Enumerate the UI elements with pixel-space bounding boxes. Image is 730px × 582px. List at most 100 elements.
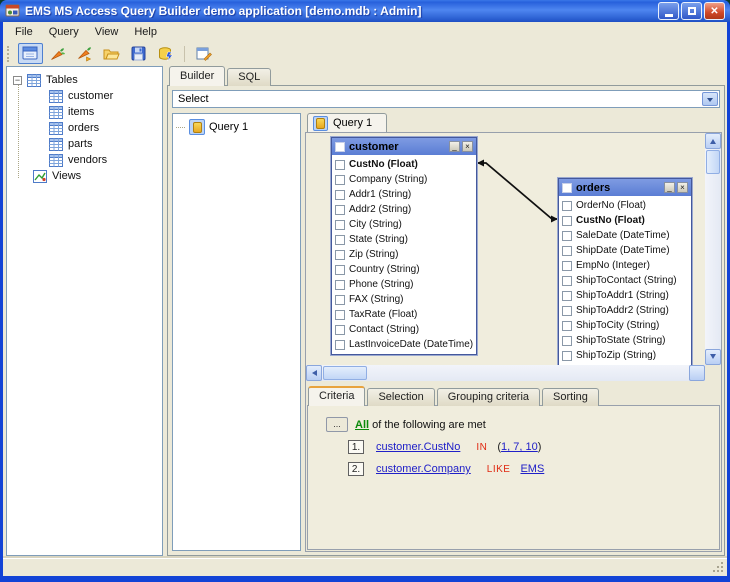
sidebar-item-views[interactable]: Views (13, 168, 162, 184)
chevron-down-icon[interactable] (702, 92, 718, 106)
sidebar-item-vendors[interactable]: vendors (13, 152, 162, 168)
scroll-left-icon[interactable] (306, 365, 322, 381)
field-checkbox[interactable] (335, 309, 345, 320)
disconnect-database-button[interactable] (72, 43, 97, 64)
field-checkbox[interactable] (335, 204, 345, 215)
field-checkbox[interactable] (335, 219, 345, 230)
field-row[interactable]: Addr2 (String) (332, 202, 476, 217)
field-checkbox[interactable] (562, 200, 572, 211)
connect-database-button[interactable] (45, 43, 70, 64)
tab-builder[interactable]: Builder (169, 66, 226, 86)
diagram-hscrollbar[interactable] (306, 365, 705, 415)
field-checkbox[interactable] (335, 189, 345, 200)
sidebar-item-orders[interactable]: orders (13, 120, 162, 136)
field-checkbox[interactable] (562, 320, 572, 331)
condition-value-link[interactable]: EMS (520, 463, 544, 475)
hscroll-thumb[interactable] (323, 366, 367, 380)
toolbar-grip[interactable] (7, 45, 12, 62)
query-type-select[interactable]: Select (172, 90, 720, 108)
scroll-down-icon[interactable] (705, 349, 721, 365)
edit-query-button[interactable] (192, 43, 217, 64)
customer-window-titlebar[interactable]: customer _ × (332, 138, 476, 155)
criteria-options-button[interactable]: ... (326, 417, 348, 432)
field-checkbox[interactable] (562, 305, 572, 316)
condition-field-link[interactable]: customer.Company (376, 463, 471, 475)
field-row[interactable]: CustNo (Float) (332, 157, 476, 172)
diagram-vscrollbar[interactable] (705, 133, 721, 365)
scroll-right-icon[interactable] (470, 365, 705, 415)
field-row[interactable]: ShipToZip (String) (559, 348, 691, 363)
field-checkbox[interactable] (562, 230, 572, 241)
tab-selection[interactable]: Selection (367, 388, 435, 406)
field-checkbox[interactable] (562, 290, 572, 301)
close-button[interactable]: ✕ (704, 2, 725, 20)
criteria-all-link[interactable]: All (355, 419, 369, 431)
menu-view[interactable]: View (87, 23, 127, 41)
field-row[interactable]: Company (String) (332, 172, 476, 187)
vscroll-thumb[interactable] (706, 150, 720, 174)
field-row[interactable]: Country (String) (332, 262, 476, 277)
field-checkbox[interactable] (335, 339, 345, 350)
select-all-checkbox[interactable] (335, 141, 345, 152)
field-checkbox[interactable] (562, 275, 572, 286)
tab-query1[interactable]: Query 1 (307, 113, 388, 132)
field-checkbox[interactable] (562, 215, 572, 226)
open-query-button[interactable] (99, 43, 124, 64)
query-tree-node[interactable]: Query 1 (176, 119, 300, 135)
scroll-up-icon[interactable] (705, 133, 721, 149)
field-row[interactable]: Contact (String) (332, 322, 476, 337)
field-row[interactable]: CustNo (Float) (559, 213, 691, 228)
field-checkbox[interactable] (335, 294, 345, 305)
select-all-checkbox[interactable] (562, 182, 572, 193)
field-row[interactable]: ShipToContact (String) (559, 273, 691, 288)
sidebar-item-parts[interactable]: parts (13, 136, 162, 152)
diagram-canvas[interactable]: customer _ × CustNo (Float) Company (Stri… (306, 133, 705, 365)
field-row[interactable]: ShipToState (String) (559, 333, 691, 348)
field-checkbox[interactable] (335, 279, 345, 290)
close-table-icon[interactable]: × (462, 141, 473, 152)
execute-query-button[interactable] (153, 43, 178, 64)
tab-grouping-criteria[interactable]: Grouping criteria (436, 388, 541, 406)
field-row[interactable]: Addr1 (String) (332, 187, 476, 202)
menu-help[interactable]: Help (126, 23, 165, 41)
tab-sql[interactable]: SQL (227, 68, 272, 86)
minimize-table-icon[interactable]: _ (449, 141, 460, 152)
close-table-icon[interactable]: × (677, 182, 688, 193)
condition-number-button[interactable]: 1. (348, 440, 364, 454)
field-checkbox[interactable] (562, 350, 572, 361)
resize-grip[interactable] (713, 562, 715, 564)
sidebar-item-items[interactable]: items (13, 104, 162, 120)
field-row[interactable]: ShipToAddr1 (String) (559, 288, 691, 303)
field-row[interactable]: TaxRate (Float) (332, 307, 476, 322)
field-row[interactable]: Phone (String) (332, 277, 476, 292)
minimize-table-icon[interactable]: _ (664, 182, 675, 193)
field-checkbox[interactable] (335, 174, 345, 185)
condition-number-button[interactable]: 2. (348, 462, 364, 476)
field-row[interactable]: LastInvoiceDate (DateTime) (332, 337, 476, 352)
tab-criteria[interactable]: Criteria (308, 386, 366, 406)
field-row[interactable]: City (String) (332, 217, 476, 232)
field-checkbox[interactable] (562, 335, 572, 346)
condition-value-link[interactable]: 1, 7, 10 (501, 441, 538, 453)
field-row[interactable]: OrderNo (Float) (559, 198, 691, 213)
sidebar-item-tables[interactable]: − Tables (13, 72, 162, 88)
condition-field-link[interactable]: customer.CustNo (376, 441, 460, 453)
collapse-icon[interactable]: − (13, 75, 22, 85)
field-row[interactable]: FAX (String) (332, 292, 476, 307)
field-row[interactable]: SaleDate (DateTime) (559, 228, 691, 243)
field-checkbox[interactable] (335, 264, 345, 275)
titlebar[interactable]: EMS MS Access Query Builder demo applica… (0, 0, 730, 22)
field-checkbox[interactable] (562, 260, 572, 271)
maximize-button[interactable] (681, 2, 702, 20)
field-row[interactable]: EmpNo (Integer) (559, 258, 691, 273)
field-row[interactable]: ShipDate (DateTime) (559, 243, 691, 258)
save-query-button[interactable] (126, 43, 151, 64)
field-checkbox[interactable] (335, 159, 345, 170)
field-row[interactable]: ShipToCity (String) (559, 318, 691, 333)
field-checkbox[interactable] (335, 234, 345, 245)
minimize-button[interactable] (658, 2, 679, 20)
sidebar-item-customer[interactable]: customer (13, 88, 162, 104)
new-query-button[interactable] (18, 43, 43, 64)
field-checkbox[interactable] (562, 245, 572, 256)
field-checkbox[interactable] (335, 324, 345, 335)
